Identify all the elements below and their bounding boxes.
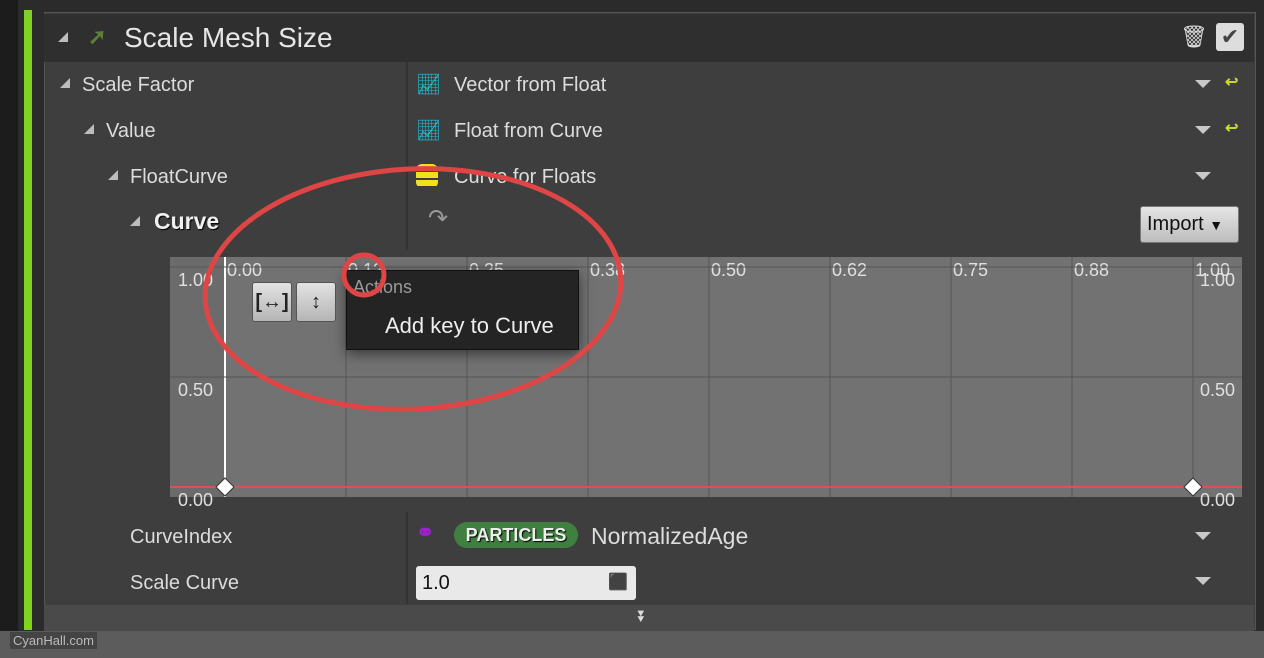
graph-toolbar: [↔] ↕: [252, 282, 336, 322]
y-tick-label-left: 0.50: [178, 380, 213, 400]
bottom-bar: [0, 631, 1264, 658]
resize-icon: ⬛: [608, 574, 628, 591]
expand-advanced-icon[interactable]: ⏬︎: [638, 609, 646, 627]
row-label: CurveIndex: [130, 526, 233, 548]
namespace-badge: PARTICLES: [454, 522, 578, 548]
curve-key-point[interactable]: [215, 477, 235, 497]
x-tick-label: 0.75: [953, 260, 988, 280]
fit-horizontal-button[interactable]: [↔]: [252, 282, 292, 322]
curve-graph-overlay: 0.000.120.250.380.500.620.750.881.001.00…: [170, 257, 1242, 510]
menu-item-add-key[interactable]: Add key to Curve: [385, 313, 554, 339]
x-tick-label: 0.38: [590, 260, 625, 280]
row-label: Scale Curve: [130, 572, 239, 594]
x-tick-label: 0.88: [1074, 260, 1109, 280]
module-footer: ⏬︎: [44, 605, 1254, 631]
watermark: CyanHall.com: [10, 632, 97, 649]
menu-section-header: Actions: [353, 277, 413, 297]
context-menu: Actions Add key to Curve: [346, 270, 579, 350]
x-tick-label: 0.62: [832, 260, 867, 280]
dropdown-arrow-icon[interactable]: [1195, 577, 1211, 585]
y-tick-label-left: 0.00: [178, 490, 213, 510]
scale-curve-input[interactable]: 1.0 ⬛: [416, 566, 636, 600]
y-tick-label-left: 1.00: [178, 270, 213, 290]
y-tick-label-right: 0.50: [1200, 380, 1235, 400]
fit-vertical-button[interactable]: ↕: [296, 282, 336, 322]
curve-index-value[interactable]: NormalizedAge: [591, 523, 748, 550]
column-splitter: [406, 512, 408, 604]
y-tick-label-right: 1.00: [1200, 270, 1235, 290]
dropdown-arrow-icon[interactable]: [1195, 532, 1211, 540]
y-tick-label-right: 0.00: [1200, 490, 1235, 510]
scale-curve-value: 1.0: [422, 572, 450, 594]
x-tick-label: 0.50: [711, 260, 746, 280]
link-icon: ⚭: [416, 520, 435, 545]
x-tick-label: 0.00: [227, 260, 262, 280]
